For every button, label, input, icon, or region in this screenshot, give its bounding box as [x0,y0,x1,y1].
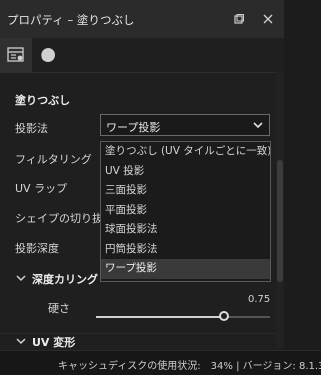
depth-culling-title: 深度カリング [32,273,98,286]
section-title: 塗りつぶし [15,94,71,107]
uv-transform-title: UV 変形 [32,336,76,349]
slider-thumb[interactable] [219,311,229,321]
status-bar: キャッシュディスクの使用状況: 34% | バージョン: 8.1.3 [0,350,321,375]
sphere-icon [40,47,55,62]
uv-wrap-label: UV ラップ [15,182,68,195]
panel-title: プロパティ – 塗りつぶし [7,13,135,27]
status-text: キャッシュディスクの使用状況: 34% | バージョン: 8.1.3 [58,361,321,372]
projection-depth-label: 投影深度 [15,242,59,255]
hardness-slider[interactable] [96,311,270,321]
close-icon [263,14,273,24]
dropdown-option-selected[interactable]: ワープ投影 [101,259,270,279]
title-bar: プロパティ – 塗りつぶし [0,0,321,38]
viewport-edge [284,0,321,350]
dropdown-option[interactable]: 平面投影 [101,201,270,221]
chevron-down-icon [16,338,26,345]
tab-material[interactable] [32,38,64,72]
chevron-down-icon [16,275,26,282]
undock-button[interactable] [228,8,250,30]
hardness-label: 硬さ [48,302,70,315]
scrollbar-thumb[interactable] [277,160,283,282]
projection-label: 投影法 [15,122,48,135]
scrollbar[interactable] [276,72,284,348]
close-button[interactable] [257,8,279,30]
dropdown-option[interactable]: 塗りつぶし (UV タイルごとに一致) [101,142,270,162]
tab-properties[interactable] [0,38,32,72]
dropdown-option[interactable]: 円筒投影法 [101,240,270,260]
hardness-value: 0.75 [248,294,271,305]
dropdown-option[interactable]: UV 投影 [101,162,270,182]
properties-icon [7,47,24,62]
tab-bar [0,38,321,73]
projection-select[interactable]: ワープ投影 [100,114,270,136]
slider-fill [96,316,224,318]
undock-icon [234,14,244,24]
filtering-label: フィルタリング [15,153,92,166]
projection-dropdown: 塗りつぶし (UV タイルごとに一致) UV 投影 三面投影 平面投影 球面投影… [100,141,271,282]
dropdown-option[interactable]: 三面投影 [101,181,270,201]
chevron-down-icon [253,122,263,129]
dropdown-option[interactable]: 球面投影法 [101,220,270,240]
projection-select-value: ワープ投影 [106,121,161,134]
